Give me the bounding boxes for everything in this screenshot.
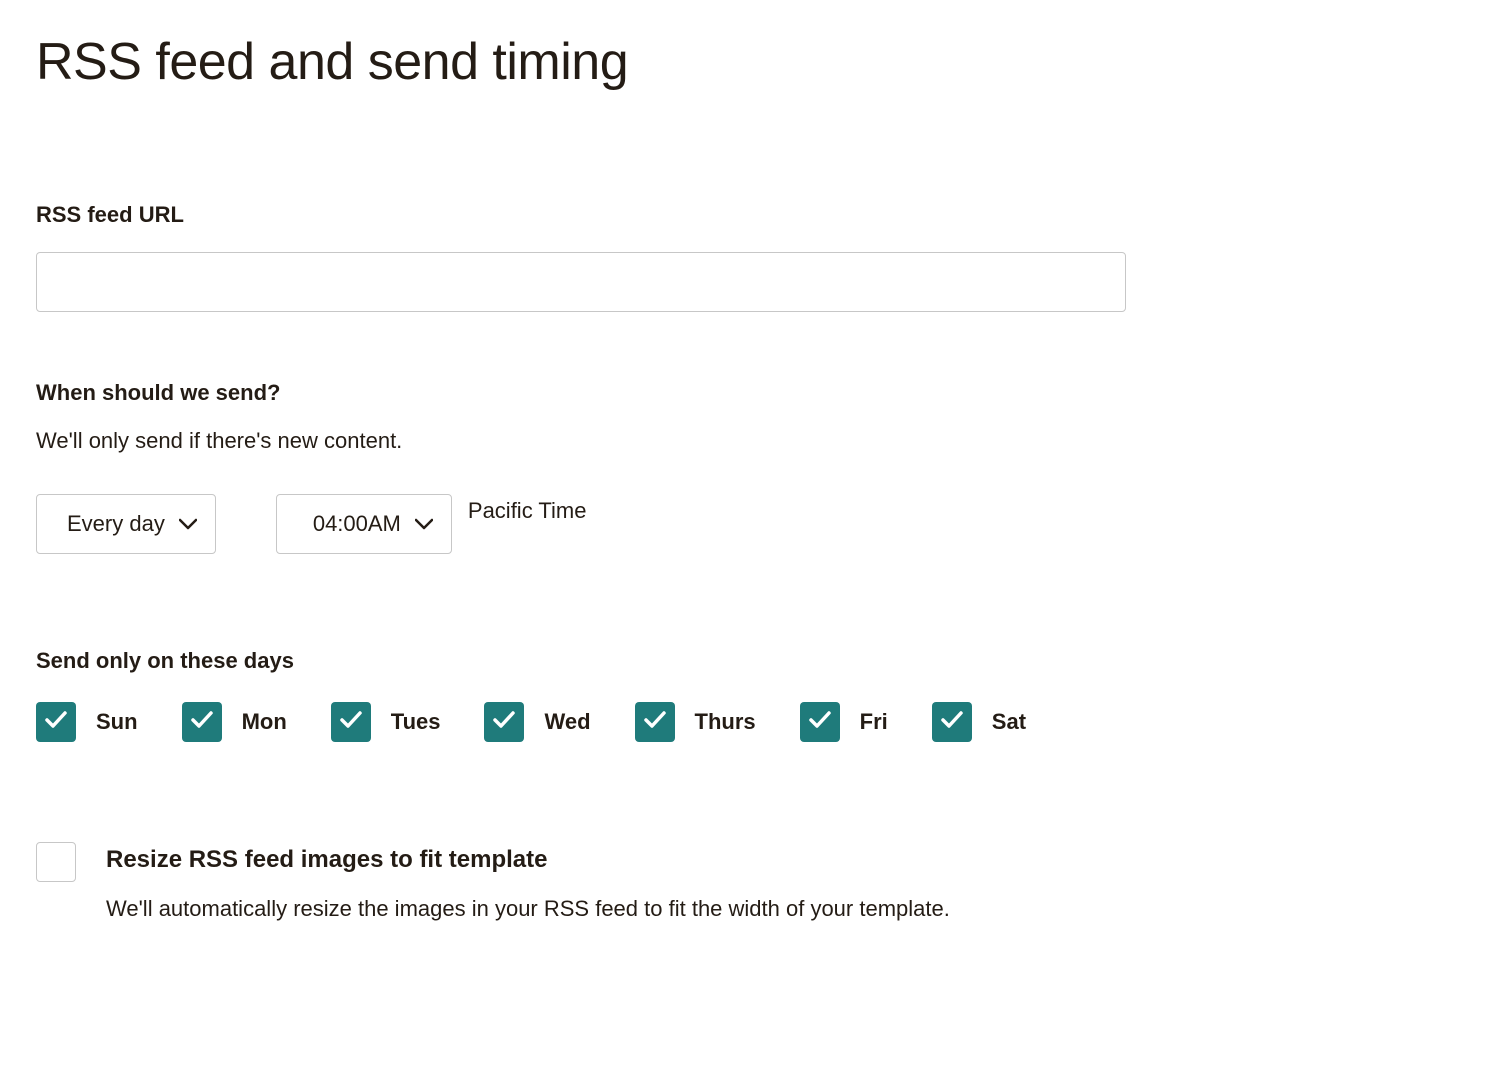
time-value: 04:00AM [313, 511, 401, 537]
day-item-mon: Mon [182, 702, 287, 742]
day-item-sat: Sat [932, 702, 1026, 742]
day-label: Mon [242, 709, 287, 735]
chevron-down-icon [415, 518, 433, 530]
check-icon [190, 710, 214, 735]
day-checkbox-sun[interactable] [36, 702, 76, 742]
day-item-tues: Tues [331, 702, 441, 742]
resize-text-group: Resize RSS feed images to fit template W… [106, 842, 950, 922]
resize-description: We'll automatically resize the images in… [106, 896, 950, 922]
check-icon [339, 710, 363, 735]
frequency-select[interactable]: Every day [36, 494, 216, 554]
day-label: Sun [96, 709, 138, 735]
resize-section: Resize RSS feed images to fit template W… [36, 842, 1476, 922]
day-label: Thurs [695, 709, 756, 735]
day-label: Sat [992, 709, 1026, 735]
day-item-fri: Fri [800, 702, 888, 742]
day-item-sun: Sun [36, 702, 138, 742]
day-label: Fri [860, 709, 888, 735]
days-row: Sun Mon Tues Wed Thurs Fri Sat [36, 702, 1476, 742]
day-item-thurs: Thurs [635, 702, 756, 742]
resize-title: Resize RSS feed images to fit template [106, 846, 950, 874]
timezone-label: Pacific Time [468, 498, 587, 524]
rss-url-label: RSS feed URL [36, 202, 1476, 228]
day-label: Wed [544, 709, 590, 735]
schedule-label: When should we send? [36, 380, 1476, 406]
resize-checkbox[interactable] [36, 842, 76, 882]
rss-url-input[interactable] [36, 252, 1126, 312]
check-icon [808, 710, 832, 735]
day-checkbox-thurs[interactable] [635, 702, 675, 742]
day-label: Tues [391, 709, 441, 735]
day-checkbox-mon[interactable] [182, 702, 222, 742]
page-title: RSS feed and send timing [36, 32, 1476, 92]
days-section: Send only on these days Sun Mon Tues Wed Thu… [36, 648, 1476, 742]
day-checkbox-wed[interactable] [484, 702, 524, 742]
check-icon [643, 710, 667, 735]
day-checkbox-fri[interactable] [800, 702, 840, 742]
day-checkbox-tues[interactable] [331, 702, 371, 742]
schedule-row: Every day 04:00AM Pacific Time [36, 494, 1476, 554]
schedule-helper: We'll only send if there's new content. [36, 428, 1476, 454]
rss-url-section: RSS feed URL [36, 202, 1476, 312]
chevron-down-icon [179, 518, 197, 530]
check-icon [492, 710, 516, 735]
schedule-section: When should we send? We'll only send if … [36, 380, 1476, 554]
check-icon [940, 710, 964, 735]
days-label: Send only on these days [36, 648, 1476, 674]
day-item-wed: Wed [484, 702, 590, 742]
time-select[interactable]: 04:00AM [276, 494, 452, 554]
frequency-value: Every day [67, 511, 165, 537]
day-checkbox-sat[interactable] [932, 702, 972, 742]
check-icon [44, 710, 68, 735]
